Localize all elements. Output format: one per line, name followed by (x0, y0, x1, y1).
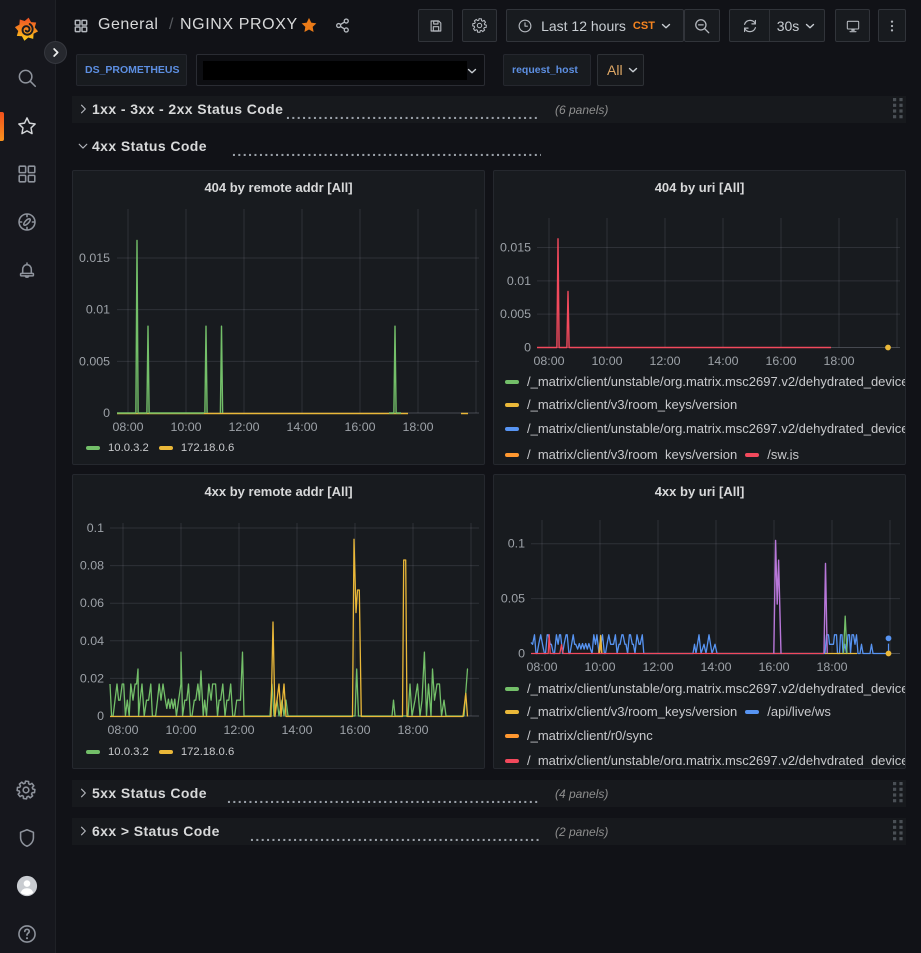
svg-text:0.005: 0.005 (79, 354, 110, 368)
svg-text:16:00: 16:00 (339, 723, 370, 737)
svg-text:12:00: 12:00 (228, 420, 259, 434)
svg-text:08:00: 08:00 (112, 420, 143, 434)
svg-text:14:00: 14:00 (700, 660, 731, 674)
svg-text:0.02: 0.02 (80, 671, 104, 685)
svg-text:16:00: 16:00 (758, 660, 789, 674)
svg-text:18:00: 18:00 (823, 354, 854, 368)
svg-text:16:00: 16:00 (344, 420, 375, 434)
svg-text:0: 0 (97, 709, 104, 723)
svg-text:0.1: 0.1 (508, 537, 525, 551)
svg-text:0: 0 (518, 647, 525, 661)
svg-text:0.01: 0.01 (86, 303, 110, 317)
svg-text:10:00: 10:00 (584, 660, 615, 674)
svg-text:0: 0 (103, 406, 110, 420)
svg-text:0.06: 0.06 (80, 596, 104, 610)
svg-text:10:00: 10:00 (165, 723, 196, 737)
svg-text:0.01: 0.01 (507, 274, 531, 288)
svg-text:0.04: 0.04 (80, 634, 104, 648)
svg-text:18:00: 18:00 (816, 660, 847, 674)
svg-text:10:00: 10:00 (591, 354, 622, 368)
svg-text:08:00: 08:00 (526, 660, 557, 674)
svg-text:14:00: 14:00 (707, 354, 738, 368)
svg-text:08:00: 08:00 (107, 723, 138, 737)
svg-text:0.015: 0.015 (500, 240, 531, 254)
svg-text:12:00: 12:00 (642, 660, 673, 674)
svg-text:10:00: 10:00 (170, 420, 201, 434)
svg-text:08:00: 08:00 (533, 354, 564, 368)
svg-text:0.08: 0.08 (80, 559, 104, 573)
svg-text:0.05: 0.05 (501, 592, 525, 606)
svg-text:0.005: 0.005 (500, 307, 531, 321)
svg-text:12:00: 12:00 (649, 354, 680, 368)
svg-text:14:00: 14:00 (286, 420, 317, 434)
svg-text:0.1: 0.1 (87, 521, 104, 535)
svg-text:16:00: 16:00 (765, 354, 796, 368)
svg-text:18:00: 18:00 (402, 420, 433, 434)
svg-text:12:00: 12:00 (223, 723, 254, 737)
svg-text:0.015: 0.015 (79, 251, 110, 265)
svg-text:14:00: 14:00 (281, 723, 312, 737)
svg-text:18:00: 18:00 (397, 723, 428, 737)
svg-text:0: 0 (524, 341, 531, 355)
